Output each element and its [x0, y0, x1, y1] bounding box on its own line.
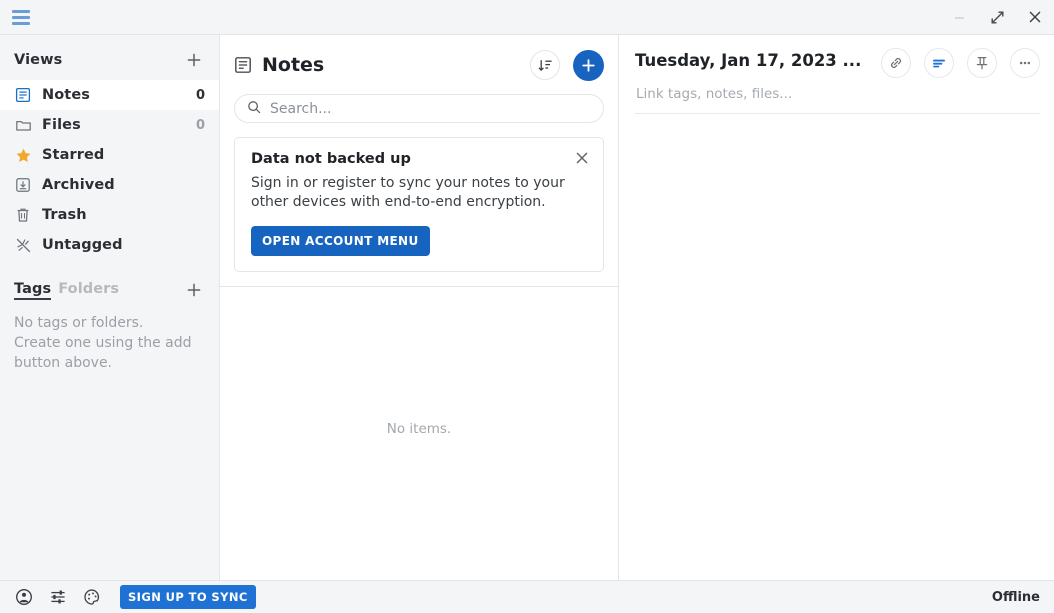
search-row — [220, 83, 618, 123]
note-document-icon — [234, 56, 252, 74]
editor-actions — [881, 47, 1040, 78]
tags-empty-message: No tags or folders. Create one using the… — [14, 315, 192, 371]
title-bar — [0, 0, 1054, 35]
close-icon[interactable] — [573, 149, 591, 167]
sidebar-item-starred[interactable]: Starred — [0, 140, 219, 170]
expand-diagonal-icon[interactable] — [978, 0, 1016, 35]
sidebar-item-label: Trash — [42, 207, 87, 223]
sign-up-to-sync-button[interactable]: SIGN UP TO SYNC — [120, 585, 256, 609]
star-icon — [14, 146, 32, 164]
views-section-header: Views — [0, 41, 219, 80]
sidebar-item-untagged[interactable]: Untagged — [0, 230, 219, 260]
main-body: Views Notes 0 Files 0 Starred Archived T… — [0, 35, 1054, 580]
close-icon[interactable] — [1016, 0, 1054, 35]
palette-icon[interactable] — [82, 587, 102, 607]
notes-list-body: No items. — [220, 287, 618, 580]
text-lines-icon[interactable] — [924, 48, 954, 78]
backup-banner: Data not backed up Sign in or register t… — [234, 137, 604, 272]
tab-folders[interactable]: Folders — [58, 281, 119, 297]
note-tag-link-placeholder[interactable]: Link tags, notes, files... — [635, 78, 1040, 102]
link-chain-icon[interactable] — [881, 48, 911, 78]
person-circle-icon[interactable] — [14, 587, 34, 607]
editor-header-row: Tuesday, Jan 17, 2023 ... — [635, 47, 1040, 78]
banner-title: Data not backed up — [251, 151, 411, 167]
banner-description: Sign in or register to sync your notes t… — [251, 175, 565, 210]
pin-icon[interactable] — [967, 48, 997, 78]
add-view-button[interactable] — [183, 49, 205, 71]
sidebar: Views Notes 0 Files 0 Starred Archived T… — [0, 35, 220, 580]
note-editor-panel: Tuesday, Jan 17, 2023 ... Link tags, not… — [619, 35, 1054, 580]
sidebar-item-label: Archived — [42, 177, 115, 193]
note-title[interactable]: Tuesday, Jan 17, 2023 ... — [635, 47, 881, 70]
note-content-area[interactable] — [619, 114, 1054, 580]
status-bar: SIGN UP TO SYNC Offline — [0, 580, 1054, 613]
folder-icon — [14, 116, 32, 134]
connection-status: Offline — [991, 589, 1040, 605]
trash-icon — [14, 206, 32, 224]
sidebar-item-label: Starred — [42, 147, 105, 163]
notes-panel-title-group: Notes — [234, 54, 530, 76]
tags-folders-tabs: Tags Folders — [14, 281, 119, 300]
empty-state-text: No items. — [386, 420, 452, 437]
search-input[interactable] — [270, 100, 591, 117]
sidebar-item-files[interactable]: Files 0 — [0, 110, 219, 140]
hamburger-icon[interactable] — [9, 5, 33, 29]
page-title: Notes — [262, 54, 325, 76]
backup-banner-wrap: Data not backed up Sign in or register t… — [220, 123, 618, 272]
app-window: Views Notes 0 Files 0 Starred Archived T… — [0, 0, 1054, 613]
search-box[interactable] — [234, 94, 604, 123]
sidebar-item-archived[interactable]: Archived — [0, 170, 219, 200]
add-note-button[interactable] — [573, 49, 604, 81]
ellipsis-icon[interactable] — [1010, 48, 1040, 78]
sidebar-item-label: Untagged — [42, 237, 123, 253]
archive-box-icon — [14, 176, 32, 194]
sidebar-item-trash[interactable]: Trash — [0, 200, 219, 230]
open-account-menu-button[interactable]: OPEN ACCOUNT MENU — [251, 226, 430, 256]
sliders-icon[interactable] — [48, 587, 68, 607]
views-section-title: Views — [14, 52, 63, 68]
notes-panel-header: Notes — [220, 35, 618, 83]
note-document-icon — [14, 86, 32, 104]
sidebar-item-label: Files — [42, 117, 81, 133]
add-tag-button[interactable] — [183, 279, 205, 301]
minimize-icon[interactable] — [940, 0, 978, 35]
editor-header: Tuesday, Jan 17, 2023 ... Link tags, not… — [619, 35, 1054, 114]
sidebar-item-notes[interactable]: Notes 0 — [0, 80, 219, 110]
sort-descending-icon[interactable] — [530, 50, 560, 80]
sidebar-item-label: Notes — [42, 87, 90, 103]
tags-section-header: Tags Folders — [0, 260, 219, 310]
window-controls — [940, 0, 1054, 35]
search-icon — [247, 99, 261, 118]
title-bar-left — [0, 5, 33, 29]
untagged-icon — [14, 236, 32, 254]
tab-tags[interactable]: Tags — [14, 281, 52, 300]
sidebar-item-count: 0 — [195, 87, 205, 103]
sidebar-item-count: 0 — [195, 117, 205, 133]
notes-list-panel: Notes Search... Data not backed up Sign … — [220, 35, 619, 580]
notes-panel-header-row: Notes — [234, 47, 604, 83]
status-bar-left: SIGN UP TO SYNC — [14, 585, 256, 609]
